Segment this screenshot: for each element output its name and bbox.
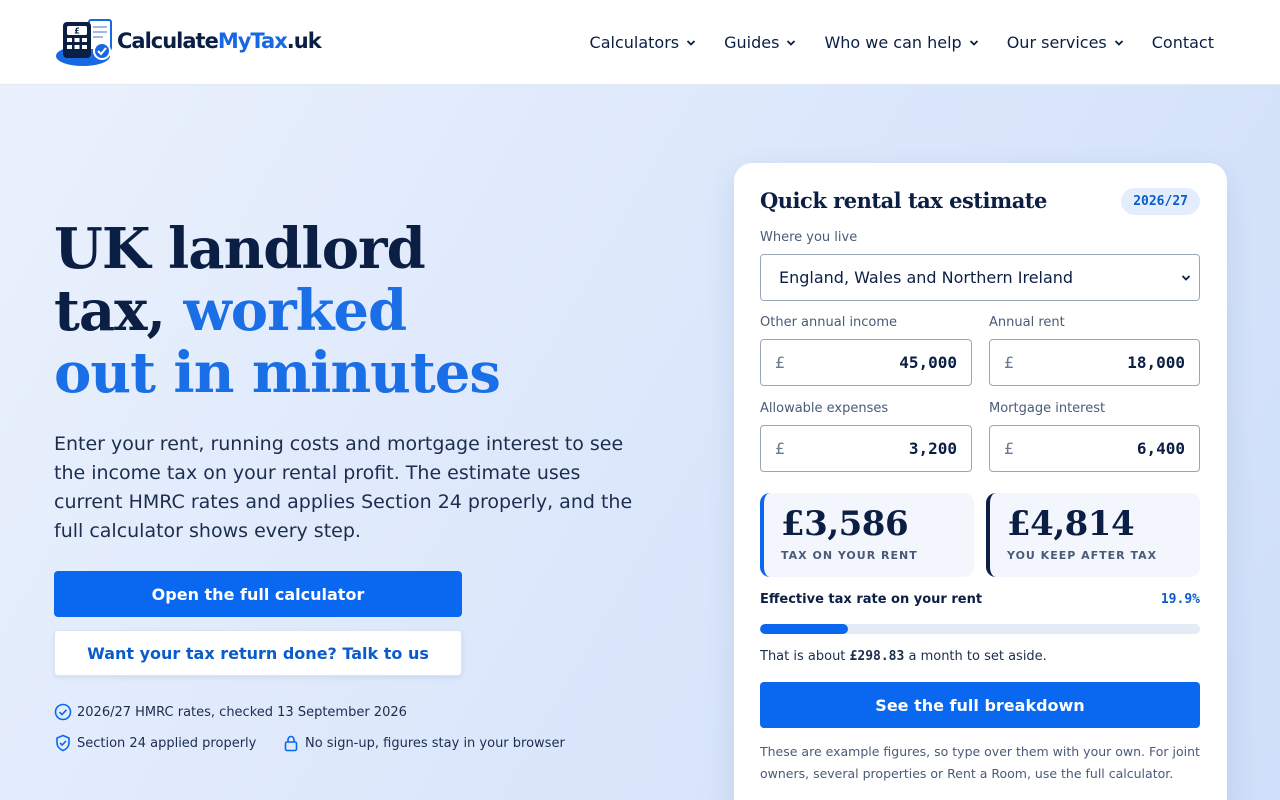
aside-amount: £298.83 (849, 649, 905, 664)
rate-progress-fill (760, 624, 848, 634)
nav-label: Our services (1006, 33, 1107, 52)
chevron-down-icon (686, 39, 696, 46)
tax-caption: TAX ON YOUR RENT (781, 549, 918, 562)
tax-year-badge: 2026/27 (1121, 188, 1200, 215)
currency-symbol: £ (1004, 439, 1015, 458)
annual-rent-label: Annual rent (989, 315, 1065, 330)
expenses-value: 3,200 (908, 439, 957, 458)
keep-amount: £4,814 (1007, 504, 1135, 544)
nav-label: Who we can help (824, 33, 962, 52)
trust-text: Section 24 applied properly (77, 735, 257, 751)
hero-headline: UK landlord tax, worked out in minutes (54, 218, 654, 404)
site-logo[interactable]: £ CalculateMyTax.uk (55, 18, 322, 68)
nav-label: Contact (1151, 33, 1214, 52)
shield-check-icon (56, 734, 70, 752)
open-full-calculator-button[interactable]: Open the full calculator (54, 571, 462, 617)
nav-calculators[interactable]: Calculators (590, 33, 697, 52)
currency-symbol: £ (775, 353, 786, 372)
annual-rent-input[interactable]: £ 18,000 (989, 339, 1200, 386)
aside-prefix: That is about (760, 649, 850, 664)
nav-contact[interactable]: Contact (1152, 33, 1214, 52)
chevron-down-icon (787, 39, 796, 46)
chevron-down-icon (1181, 275, 1191, 281)
aside-suffix: a month to set aside. (904, 649, 1047, 664)
mortgage-value: 6,400 (1136, 439, 1185, 458)
logo-text-part3: .uk (286, 29, 322, 53)
check-circle-icon (54, 703, 72, 721)
location-label: Where you live (760, 230, 858, 245)
headline-line1: UK landlord (54, 216, 426, 282)
talk-to-us-button[interactable]: Want your tax return done? Talk to us (54, 630, 462, 676)
logo-wordmark: CalculateMyTax.uk (117, 29, 322, 53)
headline-line2b: worked (183, 278, 408, 344)
location-select[interactable]: England, Wales and Northern Ireland (760, 254, 1200, 301)
card-title: Quick rental tax estimate (760, 188, 1047, 213)
nav-label: Calculators (589, 33, 680, 52)
logo-text-part2: MyTax (217, 29, 288, 53)
keep-caption: YOU KEEP AFTER TAX (1007, 549, 1158, 562)
estimate-card: Quick rental tax estimate 2026/27 Where … (734, 163, 1227, 800)
other-income-value: 45,000 (899, 353, 957, 372)
calculator-document-check-icon: £ (56, 19, 112, 66)
chevron-down-icon (969, 39, 978, 46)
mortgage-input[interactable]: £ 6,400 (989, 425, 1200, 472)
logo-text-part1: Calculate (117, 29, 219, 53)
rate-value: 19.9% (1160, 592, 1200, 607)
tax-result-panel: £3,586 TAX ON YOUR RENT (760, 493, 974, 577)
location-value: England, Wales and Northern Ireland (779, 268, 1074, 287)
expenses-input[interactable]: £ 3,200 (760, 425, 972, 472)
keep-result-panel: £4,814 YOU KEEP AFTER TAX (986, 493, 1200, 577)
svg-text:£: £ (74, 27, 80, 36)
other-income-label: Other annual income (760, 315, 898, 330)
annual-rent-value: 18,000 (1127, 353, 1185, 372)
trust-item-privacy: No sign-up, figures stay in your browser (282, 734, 565, 752)
site-header: £ CalculateMyTax.uk Calculators Guides W… (0, 0, 1280, 85)
tax-amount: £3,586 (781, 504, 909, 544)
main-nav: Calculators Guides Who we can help Our s… (590, 0, 1214, 85)
nav-guides[interactable]: Guides (724, 33, 796, 52)
currency-symbol: £ (775, 439, 786, 458)
other-income-input[interactable]: £ 45,000 (760, 339, 972, 386)
trust-text: 2026/27 HMRC rates, checked 13 September… (77, 704, 407, 720)
nav-who-we-can-help[interactable]: Who we can help (824, 33, 978, 52)
mortgage-label: Mortgage interest (989, 401, 1106, 416)
expenses-label: Allowable expenses (760, 401, 889, 416)
trust-text: No sign-up, figures stay in your browser (305, 735, 565, 751)
card-footnote: These are example figures, so type over … (760, 744, 1200, 781)
hero-lede: Enter your rent, running costs and mortg… (54, 433, 633, 542)
monthly-set-aside: That is about £298.83 a month to set asi… (760, 649, 1047, 664)
chevron-down-icon (1114, 39, 1123, 46)
currency-symbol: £ (1004, 353, 1015, 372)
lock-icon (284, 735, 298, 752)
headline-line3: out in minutes (54, 340, 501, 406)
rate-progress-bar (760, 624, 1200, 634)
trust-item-section24: Section 24 applied properly (54, 734, 256, 752)
rate-label: Effective tax rate on your rent (760, 592, 983, 607)
headline-line2a: tax, (54, 278, 184, 344)
see-full-breakdown-button[interactable]: See the full breakdown (760, 682, 1200, 728)
nav-label: Guides (724, 33, 780, 52)
nav-our-services[interactable]: Our services (1007, 33, 1124, 52)
trust-item-rates: 2026/27 HMRC rates, checked 13 September… (54, 703, 407, 721)
